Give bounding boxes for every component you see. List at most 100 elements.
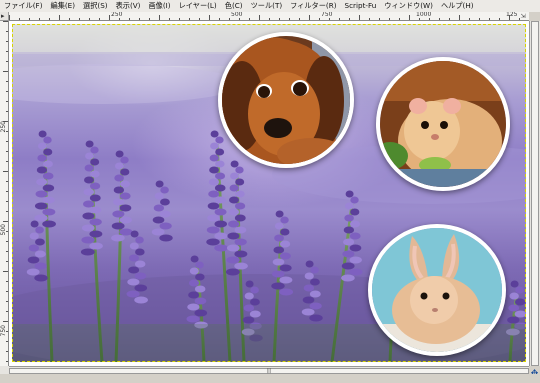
lavender-floret xyxy=(120,156,129,164)
ruler-tick xyxy=(6,331,8,332)
lavender-floret xyxy=(151,228,165,236)
lavender-floret xyxy=(228,208,240,216)
dog-photo-circle[interactable] xyxy=(218,32,354,168)
ruler-tick xyxy=(449,18,450,20)
ruler-tick xyxy=(3,271,8,272)
lavender-floret xyxy=(35,190,48,198)
lavender-floret xyxy=(89,206,102,214)
lavender-floret xyxy=(206,226,220,234)
lavender-floret xyxy=(235,190,245,198)
lavender-floret xyxy=(89,230,103,238)
lavender-floret xyxy=(210,130,219,138)
lavender-floret xyxy=(90,146,99,154)
lavender-floret xyxy=(84,164,94,172)
menu-help[interactable]: ヘルプ(H) xyxy=(437,0,478,12)
ruler-tick xyxy=(249,18,250,20)
lavender-floret xyxy=(243,304,255,312)
ruler-tick xyxy=(409,15,410,20)
lavender-floret xyxy=(514,310,526,318)
lavender-floret xyxy=(234,202,246,210)
menu-image[interactable]: 画像(I) xyxy=(144,0,174,12)
lavender-floret xyxy=(214,196,227,204)
lavender-floret xyxy=(129,242,139,250)
menu-script-fu[interactable]: Script-Fu xyxy=(341,0,381,12)
lavender-floret xyxy=(135,248,145,256)
ruler-tick xyxy=(6,191,8,192)
lavender-floret xyxy=(507,316,520,324)
lavender-floret xyxy=(230,172,239,180)
ruler-tick xyxy=(3,221,8,222)
lavender-floret xyxy=(210,142,219,150)
ruler-tick xyxy=(69,18,70,20)
horizontal-scrollbar[interactable]: ||| xyxy=(9,366,529,374)
ruler-tick xyxy=(19,18,20,20)
lavender-floret xyxy=(344,214,354,222)
ruler-tick xyxy=(6,351,8,352)
lavender-floret xyxy=(214,244,228,252)
lavender-floret xyxy=(113,198,125,206)
ruler-nav-icon[interactable]: ⇲ xyxy=(516,12,530,21)
ruler-tick xyxy=(289,18,290,20)
lavender-floret xyxy=(159,222,172,230)
vertical-scrollbar[interactable] xyxy=(529,21,540,366)
menu-file[interactable]: ファイル(F) xyxy=(0,0,47,12)
menu-layer[interactable]: レイヤー(L) xyxy=(175,0,221,12)
menubar: ファイル(F) 編集(E) 選択(S) 表示(V) 画像(I) レイヤー(L) … xyxy=(0,0,540,12)
lavender-floret xyxy=(35,238,45,246)
lavender-floret xyxy=(234,214,246,222)
lavender-floret xyxy=(36,178,48,186)
lavender-photo[interactable] xyxy=(12,24,526,362)
lavender-floret xyxy=(37,142,47,150)
quick-mask-toggle[interactable] xyxy=(0,366,9,374)
vertical-ruler[interactable]: 250 500 750 xyxy=(0,21,9,366)
rabbit-photo-circle[interactable] xyxy=(368,224,506,356)
hamster-photo xyxy=(380,61,506,187)
ruler-tick xyxy=(6,291,8,292)
lavender-floret xyxy=(302,296,315,304)
lavender-floret xyxy=(343,226,355,234)
ruler-tick xyxy=(509,15,510,20)
ruler-tick xyxy=(139,18,140,20)
lavender-floret xyxy=(134,272,147,280)
lavender-floret xyxy=(279,264,292,272)
lavender-floret xyxy=(350,220,360,228)
ruler-label: 750 xyxy=(321,12,333,18)
lavender-floret xyxy=(508,304,520,312)
horizontal-ruler[interactable]: 250 500 750 1000 125 xyxy=(9,12,529,21)
ruler-tick xyxy=(189,18,190,20)
lavender-floret xyxy=(310,278,320,286)
lavender-floret xyxy=(303,284,315,292)
ruler-tick xyxy=(3,171,8,172)
image-canvas[interactable] xyxy=(9,21,529,366)
lavender-floret xyxy=(514,298,526,306)
lavender-floret xyxy=(42,208,56,216)
ruler-tick xyxy=(6,141,8,142)
vertical-scroll-thumb[interactable] xyxy=(531,21,539,366)
ruler-label: 250 xyxy=(111,12,123,18)
lavender-floret xyxy=(215,148,225,156)
menu-colors[interactable]: 色(C) xyxy=(221,0,247,12)
lavender-floret xyxy=(34,214,48,222)
lavender-floret xyxy=(120,180,130,188)
lavender-floret xyxy=(275,210,284,218)
lavender-floret xyxy=(127,278,140,286)
lavender-floret xyxy=(349,268,363,276)
ruler-tick xyxy=(199,18,200,20)
lavender-floret xyxy=(229,196,239,204)
ruler-corner-button[interactable]: ▸ xyxy=(0,12,9,21)
menu-windows[interactable]: ウィンドウ(W) xyxy=(380,0,437,12)
lavender-floret xyxy=(111,222,125,230)
menu-filters[interactable]: フィルター(R) xyxy=(286,0,340,12)
ruler-tick xyxy=(6,241,8,242)
ruler-tick xyxy=(329,18,330,20)
ruler-tick xyxy=(319,18,320,20)
menu-edit[interactable]: 編集(E) xyxy=(47,0,80,12)
menu-select[interactable]: 選択(S) xyxy=(79,0,112,12)
menu-view[interactable]: 表示(V) xyxy=(112,0,145,12)
hamster-photo-circle[interactable] xyxy=(376,57,510,191)
menu-tools[interactable]: ツール(T) xyxy=(247,0,287,12)
ruler-tick xyxy=(179,18,180,20)
lavender-floret xyxy=(206,238,220,246)
lavender-floret xyxy=(309,314,323,322)
lavender-floret xyxy=(135,236,144,244)
